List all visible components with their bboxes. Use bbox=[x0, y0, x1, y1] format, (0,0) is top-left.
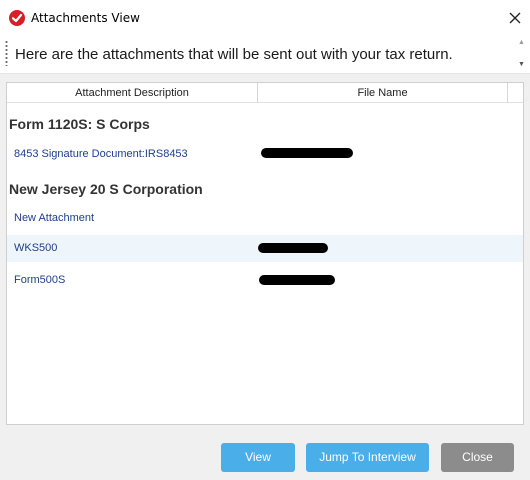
scroll-down-icon[interactable]: ▼ bbox=[518, 61, 525, 68]
info-banner: Here are the attachments that will be se… bbox=[0, 36, 530, 74]
column-header-spacer bbox=[508, 83, 523, 103]
banner-text: Here are the attachments that will be se… bbox=[15, 46, 453, 63]
content-area: Attachment Description File Name Form 11… bbox=[0, 74, 530, 436]
window-title: Attachments View bbox=[31, 11, 140, 25]
table-row[interactable]: Form500S bbox=[7, 267, 523, 294]
table-row[interactable]: New Attachment bbox=[7, 205, 523, 232]
table-header: Attachment Description File Name bbox=[7, 83, 523, 103]
scroll-up-icon[interactable]: ▲ bbox=[518, 39, 525, 46]
jump-to-interview-button[interactable]: Jump To Interview bbox=[306, 443, 429, 472]
redacted-file-name bbox=[258, 243, 328, 253]
close-icon[interactable] bbox=[506, 9, 524, 27]
attachment-description[interactable]: 8453 Signature Document:IRS8453 bbox=[14, 148, 188, 160]
banner-scrollbar[interactable]: ▲ ▼ bbox=[517, 39, 528, 72]
view-button[interactable]: View bbox=[221, 443, 295, 472]
close-button[interactable]: Close bbox=[441, 443, 514, 472]
redacted-file-name bbox=[261, 148, 353, 158]
table-row[interactable]: 8453 Signature Document:IRS8453 bbox=[7, 141, 523, 168]
grip-handle-icon bbox=[5, 40, 8, 66]
attachment-description[interactable]: Form500S bbox=[14, 274, 65, 286]
window-titlebar: Attachments View bbox=[0, 0, 530, 36]
column-header-file-name[interactable]: File Name bbox=[258, 83, 508, 103]
button-bar: View Jump To Interview Close bbox=[0, 436, 530, 480]
group-title-form-1120s: Form 1120S: S Corps bbox=[9, 116, 150, 132]
redacted-file-name bbox=[259, 275, 335, 285]
attachment-description[interactable]: New Attachment bbox=[14, 212, 94, 224]
table-row[interactable]: WKS500 bbox=[7, 235, 523, 262]
group-title-new-jersey: New Jersey 20 S Corporation bbox=[9, 181, 203, 197]
attachments-table: Attachment Description File Name Form 11… bbox=[6, 82, 524, 425]
attachment-description[interactable]: WKS500 bbox=[14, 242, 57, 254]
red-checkmark-icon bbox=[9, 10, 25, 26]
column-header-description[interactable]: Attachment Description bbox=[7, 83, 258, 103]
